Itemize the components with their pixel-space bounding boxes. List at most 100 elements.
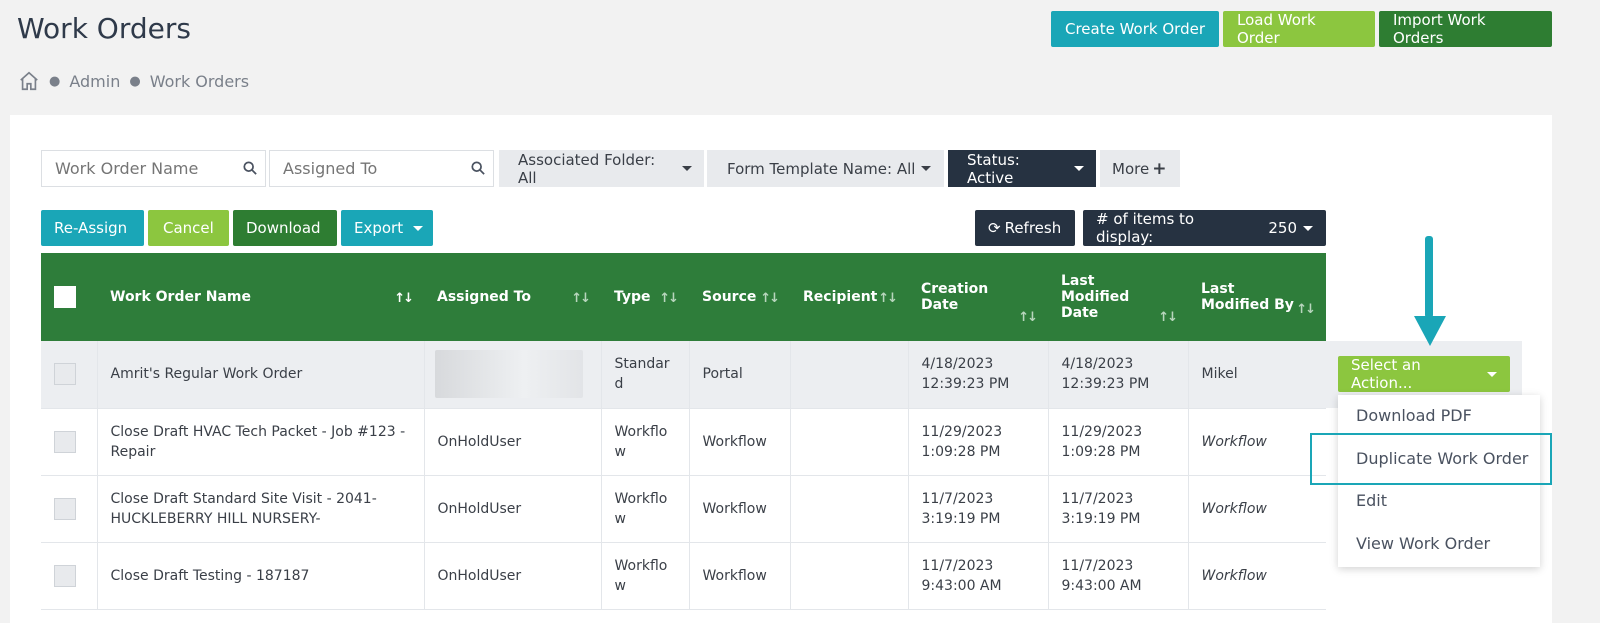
highlight-box xyxy=(1310,433,1552,485)
cell-modified-by: Mikel xyxy=(1201,366,1238,383)
table-row[interactable]: Close Draft Standard Site Visit - 2041-H… xyxy=(41,475,1326,542)
work-order-name-search[interactable] xyxy=(41,150,266,187)
sort-icon[interactable]: ↑↓ xyxy=(394,291,414,306)
column-header-creation-label: Creation xyxy=(921,281,989,297)
chevron-down-icon xyxy=(921,166,932,171)
chevron-down-icon xyxy=(1303,225,1313,231)
breadcrumb-separator: ● xyxy=(49,73,61,89)
column-header-recipient-label: Recipient xyxy=(803,289,878,305)
column-header-assigned-label: Assigned To xyxy=(437,289,531,305)
sort-icon[interactable]: ↑↓ xyxy=(659,291,679,306)
row-select-cell xyxy=(41,542,98,609)
sort-icon[interactable]: ↑↓ xyxy=(1296,302,1316,317)
cell-source: Workflow xyxy=(689,475,791,542)
breadcrumb: ● Admin ● Work Orders xyxy=(18,70,249,92)
column-header-lastmod-label: Date xyxy=(1061,305,1099,321)
import-work-orders-button[interactable]: Import Work Orders xyxy=(1379,11,1552,47)
items-per-page-label: # of items to display: xyxy=(1096,210,1195,246)
menu-item-download-pdf[interactable]: Download PDF xyxy=(1356,406,1472,425)
refresh-icon: ⟳ xyxy=(988,219,1001,237)
cell-name: Close Draft HVAC Tech Packet - Job #123 … xyxy=(97,408,425,475)
table-row[interactable]: Close Draft Testing - 187187 OnHoldUser … xyxy=(41,542,1326,609)
row-checkbox[interactable] xyxy=(54,430,76,453)
cell-name: Close Draft Standard Site Visit - 2041-H… xyxy=(97,475,425,542)
select-all-cell xyxy=(41,253,97,341)
column-header-name[interactable]: Work Order Name ↑↓ xyxy=(97,253,424,341)
cell-modified: 11/7/2023 9:43:00 AM xyxy=(1048,542,1189,609)
row-select-cell xyxy=(41,475,98,542)
chevron-down-icon xyxy=(1487,371,1497,377)
home-icon[interactable] xyxy=(18,70,40,92)
sort-icon[interactable]: ↑↓ xyxy=(1018,310,1038,325)
column-header-source-label: Source xyxy=(702,289,757,305)
column-header-type-label: Type xyxy=(614,289,651,305)
breadcrumb-work-orders[interactable]: Work Orders xyxy=(150,72,249,91)
cell-created: 11/7/2023 3:19:19 PM xyxy=(908,475,1049,542)
refresh-button[interactable]: ⟳ Refresh xyxy=(975,210,1075,246)
column-header-type[interactable]: Type ↑↓ xyxy=(601,253,689,341)
cell-recipient xyxy=(790,341,909,408)
column-header-name-label: Work Order Name xyxy=(110,289,251,305)
cell-recipient xyxy=(790,475,909,542)
search-icon[interactable] xyxy=(243,161,257,175)
arrow-down-icon xyxy=(1414,236,1446,346)
load-work-order-button[interactable]: Load Work Order xyxy=(1223,11,1375,47)
table-row[interactable]: Amrit's Regular Work Order Standar d Por… xyxy=(41,341,1326,408)
items-per-page-select[interactable]: # of items to display: 250 xyxy=(1083,210,1326,246)
cell-source: Portal xyxy=(689,341,791,408)
sort-icon[interactable]: ↑↓ xyxy=(571,291,591,306)
sort-icon[interactable]: ↑↓ xyxy=(1158,310,1178,325)
work-order-name-input[interactable] xyxy=(42,151,265,186)
row-checkbox[interactable] xyxy=(54,564,76,587)
export-button[interactable]: Export xyxy=(341,210,433,246)
breadcrumb-separator: ● xyxy=(129,73,141,89)
associated-folder-label: Associated Folder: All xyxy=(518,150,656,187)
items-per-page-value: 250 xyxy=(1268,219,1297,237)
cell-source: Workflow xyxy=(689,542,791,609)
cancel-button[interactable]: Cancel xyxy=(148,210,229,246)
menu-item-view-work-order[interactable]: View Work Order xyxy=(1356,534,1490,553)
column-header-last-modified-by[interactable]: Last Modified By ↑↓ xyxy=(1188,253,1326,341)
column-header-last-modified-date[interactable]: Last Modified Date ↑↓ xyxy=(1048,253,1188,341)
status-label: Status: Active xyxy=(967,150,1020,187)
search-icon[interactable] xyxy=(471,161,485,175)
work-orders-table: Work Order Name ↑↓ Assigned To ↑↓ Type ↑↓ S… xyxy=(41,253,1326,610)
chevron-down-icon xyxy=(1074,166,1084,171)
download-button[interactable]: Download xyxy=(233,210,337,246)
cell-modified-by: Workflow xyxy=(1201,567,1267,584)
form-template-filter[interactable]: Form Template Name: All xyxy=(707,150,944,187)
cell-source: Workflow xyxy=(689,408,791,475)
row-checkbox[interactable] xyxy=(54,497,76,520)
cell-assigned: OnHoldUser xyxy=(424,408,602,475)
cell-modified: 11/7/2023 3:19:19 PM xyxy=(1048,475,1189,542)
column-header-creation-date[interactable]: Creation Date ↑↓ xyxy=(908,253,1048,341)
cell-recipient xyxy=(790,542,909,609)
assigned-to-search[interactable] xyxy=(269,150,494,187)
reassign-button[interactable]: Re-Assign xyxy=(41,210,144,246)
assigned-to-input[interactable] xyxy=(270,151,493,186)
table-row[interactable]: Close Draft HVAC Tech Packet - Job #123 … xyxy=(41,408,1326,475)
status-filter[interactable]: Status: Active xyxy=(948,150,1096,187)
row-checkbox[interactable] xyxy=(54,363,76,386)
breadcrumb-admin[interactable]: Admin xyxy=(69,72,120,91)
more-filters-button[interactable]: More + xyxy=(1100,150,1180,187)
select-all-checkbox[interactable] xyxy=(54,286,76,308)
menu-item-edit[interactable]: Edit xyxy=(1356,491,1387,510)
column-header-assigned[interactable]: Assigned To ↑↓ xyxy=(424,253,601,341)
more-label: More xyxy=(1112,159,1150,178)
associated-folder-filter[interactable]: Associated Folder: All xyxy=(499,150,704,187)
select-action-dropdown[interactable]: Select an Action... xyxy=(1338,356,1510,392)
cell-type: Standar d xyxy=(601,341,690,408)
column-header-lastby-label: Last xyxy=(1201,281,1235,297)
create-work-order-button[interactable]: Create Work Order xyxy=(1051,11,1219,47)
column-header-source[interactable]: Source ↑↓ xyxy=(689,253,790,341)
sort-icon[interactable]: ↑↓ xyxy=(760,291,780,306)
redacted-assignee xyxy=(434,350,583,399)
column-header-recipient[interactable]: Recipient ↑↓ xyxy=(790,253,908,341)
row-select-cell xyxy=(41,408,98,475)
cell-modified: 4/18/2023 12:39:23 PM xyxy=(1048,341,1189,408)
refresh-label: Refresh xyxy=(1004,219,1062,237)
cell-recipient xyxy=(790,408,909,475)
chevron-down-icon xyxy=(682,166,692,171)
sort-icon[interactable]: ↑↓ xyxy=(878,291,898,306)
